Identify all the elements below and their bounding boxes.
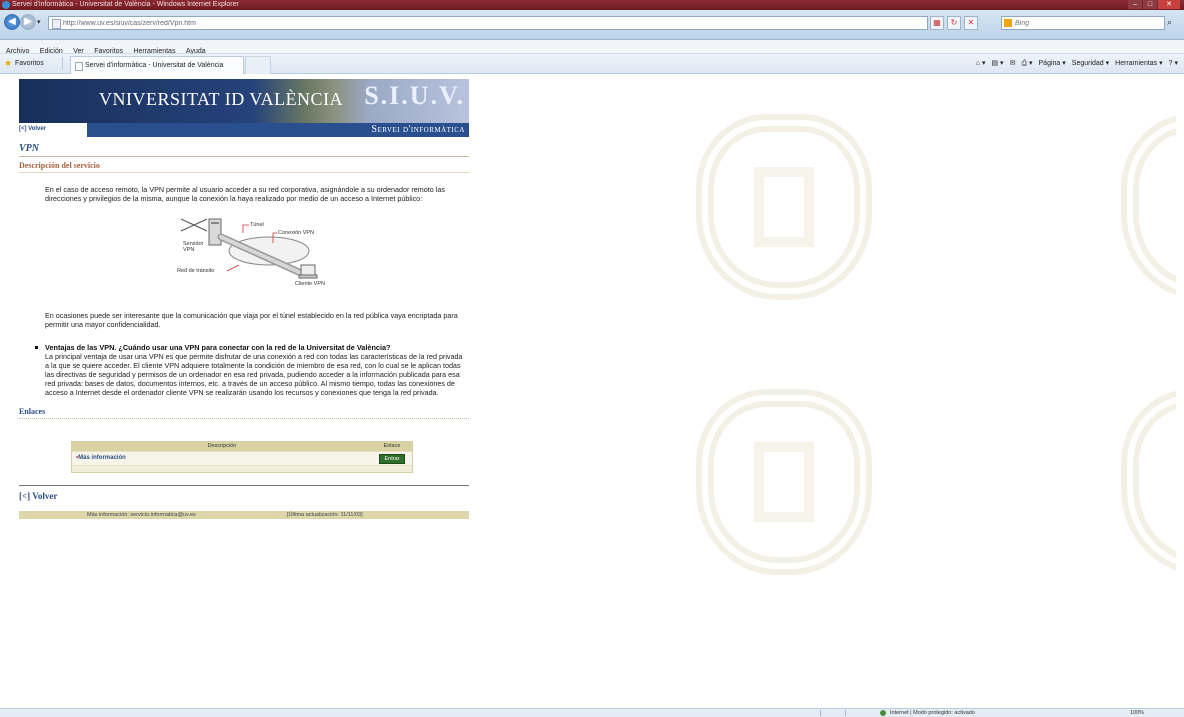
- divider: [19, 485, 469, 486]
- links-table-header: Descripción Enlace: [72, 442, 412, 451]
- siuv-page: VNIVERSITAT ID VALÈNCIA S.I.U.V. [<] Vol…: [19, 79, 469, 565]
- help-icon[interactable]: ? ▾: [1169, 54, 1178, 73]
- diagram-label-vpn-client: Cliente VPN: [295, 281, 325, 287]
- page-title: VPN: [19, 143, 469, 157]
- new-tab-button[interactable]: [245, 56, 271, 74]
- sub-banner: [<] Volver Servei d'informàtica: [19, 123, 469, 137]
- back-link[interactable]: [<] Volver: [19, 491, 469, 501]
- tab-page-icon: [75, 62, 83, 71]
- search-box[interactable]: [1001, 16, 1165, 30]
- tools-menu[interactable]: Herramientas ▾: [1115, 54, 1162, 73]
- diagram-label-vpn-connection: Conexión VPN: [278, 230, 315, 236]
- stop-icon[interactable]: ✕: [964, 16, 978, 30]
- safety-menu[interactable]: Seguridad ▾: [1072, 54, 1109, 73]
- footer-last-updated: [Última actualización: 11/11/03]: [287, 512, 363, 518]
- forward-arrow-icon[interactable]: ▶: [20, 14, 36, 30]
- navigation-bar: ◀ ▶ ▾ ▦ ↻ ✕ ⌕: [0, 10, 1184, 40]
- back-link-small[interactable]: [<] Volver: [19, 126, 46, 132]
- window-title-bar: Servei d'informàtica - Universitat de Va…: [0, 0, 1184, 10]
- search-icon[interactable]: ⌕: [1167, 17, 1172, 28]
- intro-paragraph: En el caso de acceso remoto, la VPN perm…: [45, 185, 445, 203]
- more-info-link[interactable]: Más información: [76, 452, 126, 465]
- links-heading: Enlaces: [19, 407, 469, 419]
- watermark-seal-image: [696, 114, 872, 300]
- status-separator: [845, 710, 846, 716]
- footer-contact[interactable]: Más información: servicio.informatica@uv…: [87, 511, 196, 519]
- menu-bar: Archivo Edición Ver Favoritos Herramient…: [0, 40, 1184, 55]
- close-button[interactable]: ✕: [1158, 0, 1180, 9]
- advantages-title: Ventajas de las VPN. ¿Cuándo usar una VP…: [35, 343, 465, 352]
- diagram-label-vpn-server: Servidor VPN: [183, 241, 204, 253]
- bing-icon: [1004, 19, 1012, 27]
- encryption-paragraph: En ocasiones puede ser interesante que l…: [45, 311, 458, 329]
- page-viewport[interactable]: VNIVERSITAT ID VALÈNCIA S.I.U.V. [<] Vol…: [6, 74, 1176, 708]
- enter-button[interactable]: Entrar: [379, 454, 405, 464]
- watermark-seal-image: [1121, 389, 1176, 575]
- back-arrow-icon[interactable]: ◀: [4, 14, 20, 30]
- favorites-star-icon[interactable]: ★: [4, 58, 12, 69]
- watermark-seal-image: [1121, 114, 1176, 300]
- favorites-separator: [62, 57, 63, 70]
- page-menu[interactable]: Página ▾: [1039, 54, 1066, 73]
- header-description: Descripción: [207, 443, 237, 449]
- address-bar[interactable]: [48, 16, 928, 30]
- footer-bar: Más información: servicio.informatica@uv…: [19, 511, 469, 519]
- favorites-button[interactable]: Favoritos: [15, 54, 44, 73]
- minimize-button[interactable]: –: [1128, 0, 1142, 9]
- home-icon[interactable]: ⌂ ▾: [976, 54, 986, 73]
- print-icon[interactable]: ⎙ ▾: [1021, 54, 1032, 73]
- search-input[interactable]: [1015, 17, 1155, 29]
- university-logo[interactable]: VNIVERSITAT ID VALÈNCIA: [99, 89, 343, 110]
- diagram-label-tunnel: Túnel: [250, 222, 264, 228]
- browser-tab[interactable]: Servei d'informàtica - Universitat de Va…: [70, 56, 244, 74]
- window-title: Servei d'informàtica - Universitat de Va…: [12, 1, 239, 8]
- address-tools: ▦ ↻ ✕: [930, 16, 978, 30]
- ie-logo-icon: [2, 1, 10, 9]
- compatibility-icon[interactable]: ▦: [930, 16, 944, 30]
- section-banner-title: Servei d'informàtica: [371, 124, 465, 135]
- description-heading: Descripción del servicio: [19, 161, 469, 173]
- address-input[interactable]: [63, 17, 913, 29]
- command-bar: ⌂ ▾ ▤ ▾ ✉ ⎙ ▾ Página ▾ Seguridad ▾ Herra…: [976, 54, 1178, 73]
- section-bar: Servei d'informàtica: [87, 123, 469, 137]
- links-table-footer: [72, 465, 412, 472]
- siuv-banner-text: S.I.U.V.: [364, 81, 465, 110]
- refresh-icon[interactable]: ↻: [947, 16, 961, 30]
- history-dropdown-icon[interactable]: ▾: [37, 18, 41, 26]
- tab-title: Servei d'informàtica - Universitat de Va…: [85, 62, 224, 69]
- status-separator: [820, 710, 821, 716]
- header-banner: VNIVERSITAT ID VALÈNCIA S.I.U.V.: [19, 79, 469, 123]
- vpn-diagram: Túnel Conexión VPN Servidor VPN Red de t…: [173, 213, 331, 299]
- internet-zone-icon: [880, 710, 886, 716]
- window-controls: – □ ✕: [1128, 0, 1180, 9]
- links-table: Descripción Enlace Más información Entra…: [71, 441, 413, 473]
- maximize-button[interactable]: □: [1143, 0, 1157, 9]
- page-icon: [52, 19, 61, 29]
- header-link: Enlace: [383, 443, 401, 449]
- mail-icon[interactable]: ✉: [1010, 54, 1016, 73]
- watermark-seal-image: [696, 389, 872, 575]
- feeds-icon[interactable]: ▤ ▾: [992, 54, 1004, 73]
- favorites-bar: ★ Favoritos Servei d'informàtica - Unive…: [0, 54, 1184, 74]
- table-row: Más información Entrar: [72, 451, 412, 465]
- advantages-text: La principal ventaja de usar una VPN es …: [45, 352, 463, 397]
- diagram-label-transit-network: Red de tránsito: [177, 268, 215, 274]
